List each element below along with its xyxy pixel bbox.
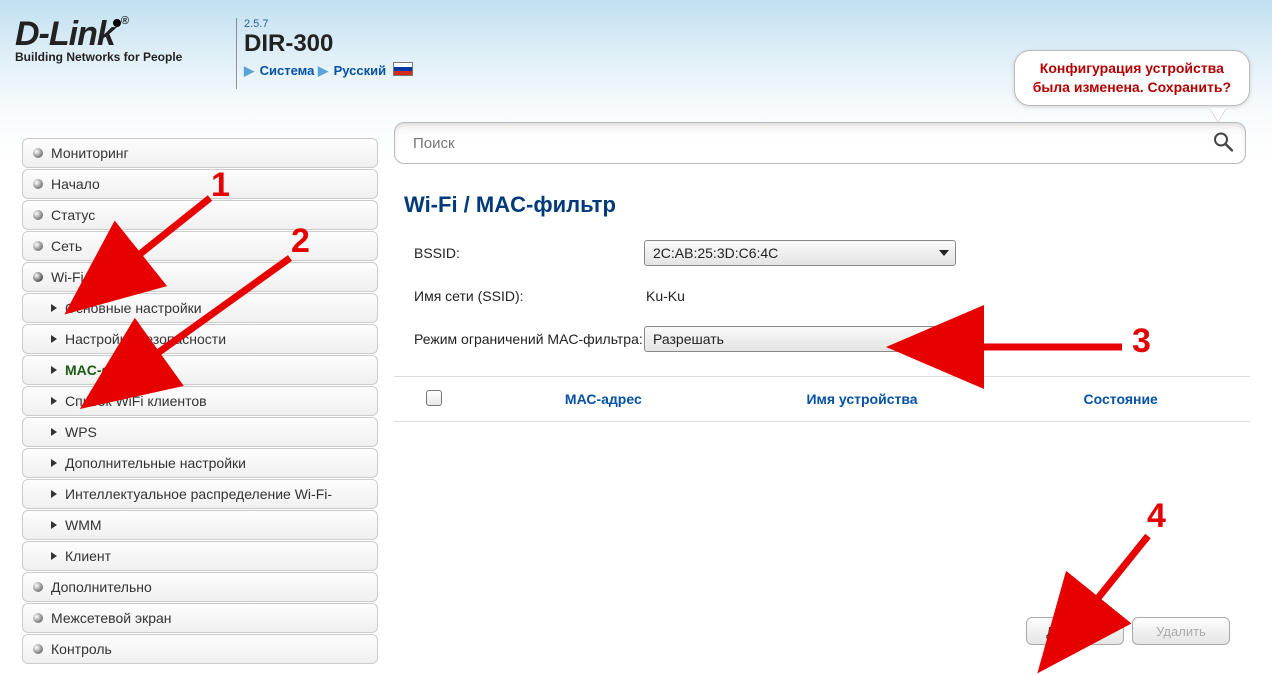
- main-content: Wi-Fi / MAC-фильтр BSSID: 2C:AB:25:3D:C6…: [394, 110, 1250, 665]
- bullet-icon: [33, 644, 43, 654]
- bssid-label: BSSID:: [414, 245, 644, 261]
- brand-logo: D-Link® Building Networks for People: [15, 15, 215, 64]
- sidebar-item-10[interactable]: Дополнительные настройки: [22, 448, 378, 478]
- breadcrumb-system[interactable]: Система: [260, 63, 315, 78]
- mac-mode-label: Режим ограничений MAC-фильтра:: [414, 330, 644, 348]
- column-mac[interactable]: МАС-адрес: [474, 391, 733, 407]
- chevron-right-icon: [51, 490, 57, 498]
- sidebar-item-2[interactable]: Статус: [22, 200, 378, 230]
- chevron-right-icon: [51, 397, 57, 405]
- sidebar-item-5[interactable]: Основные настройки: [22, 293, 378, 323]
- bullet-icon: [33, 613, 43, 623]
- add-button[interactable]: Добавить: [1026, 617, 1124, 645]
- sidebar-item-label: MAC-фильтр: [65, 362, 154, 378]
- chevron-right-icon: [51, 335, 57, 343]
- sidebar-item-1[interactable]: Начало: [22, 169, 378, 199]
- sidebar-item-16[interactable]: Контроль: [22, 634, 378, 664]
- sidebar-item-0[interactable]: Мониторинг: [22, 138, 378, 168]
- chevron-right-icon: [51, 366, 57, 374]
- bullet-icon: [33, 272, 43, 282]
- column-device[interactable]: Имя устройства: [733, 391, 992, 407]
- sidebar-item-label: Начало: [51, 176, 100, 192]
- sidebar-item-4[interactable]: Wi-Fi: [22, 262, 378, 292]
- sidebar-item-7[interactable]: MAC-фильтр: [22, 355, 378, 385]
- chevron-down-icon: [939, 336, 949, 342]
- ssid-value: Ku-Ku: [644, 288, 685, 304]
- sidebar-item-12[interactable]: WMM: [22, 510, 378, 540]
- page-title: Wi-Fi / MAC-фильтр: [404, 192, 1250, 218]
- sidebar: Мониторинг Начало Статус Сеть Wi-Fi Основные …: [22, 110, 378, 665]
- chevron-right-icon: [51, 304, 57, 312]
- sidebar-item-label: Межсетевой экран: [51, 610, 172, 626]
- flag-ru-icon: [393, 62, 413, 76]
- chevron-right-icon: ▶: [318, 63, 328, 78]
- bullet-icon: [33, 148, 43, 158]
- sidebar-item-9[interactable]: WPS: [22, 417, 378, 447]
- column-state[interactable]: Состояние: [991, 391, 1250, 407]
- bullet-icon: [33, 210, 43, 220]
- sidebar-item-6[interactable]: Настройки безопасности: [22, 324, 378, 354]
- bullet-icon: [33, 241, 43, 251]
- sidebar-item-3[interactable]: Сеть: [22, 231, 378, 261]
- device-model: DIR-300: [244, 30, 413, 58]
- bullet-icon: [33, 582, 43, 592]
- select-all-checkbox[interactable]: [426, 390, 442, 406]
- chevron-down-icon: [939, 250, 949, 256]
- sidebar-item-label: WPS: [65, 424, 97, 440]
- mac-mode-select[interactable]: Разрешать: [644, 326, 956, 352]
- sidebar-item-label: Дополнительные настройки: [65, 455, 246, 471]
- bssid-select[interactable]: 2C:AB:25:3D:C6:4C: [644, 240, 956, 266]
- sidebar-item-label: Настройки безопасности: [65, 331, 226, 347]
- sidebar-item-15[interactable]: Межсетевой экран: [22, 603, 378, 633]
- sidebar-item-13[interactable]: Клиент: [22, 541, 378, 571]
- sidebar-item-label: Клиент: [65, 548, 111, 564]
- sidebar-item-label: Список WiFi клиентов: [65, 393, 207, 409]
- search-icon[interactable]: [1213, 132, 1233, 155]
- firmware-version: 2.5.7: [244, 18, 413, 30]
- sidebar-item-label: Основные настройки: [65, 300, 202, 316]
- search-bar[interactable]: [394, 122, 1246, 164]
- sidebar-item-label: Статус: [51, 207, 95, 223]
- sidebar-item-label: WMM: [65, 517, 102, 533]
- sidebar-item-label: Интеллектуальное распределение Wi-Fi-: [65, 486, 332, 502]
- sidebar-item-label: Дополнительно: [51, 579, 152, 595]
- chevron-right-icon: [51, 521, 57, 529]
- sidebar-item-label: Мониторинг: [51, 145, 129, 161]
- sidebar-item-label: Контроль: [51, 641, 112, 657]
- ssid-label: Имя сети (SSID):: [414, 288, 644, 304]
- sidebar-item-label: Wi-Fi: [51, 269, 84, 285]
- chevron-right-icon: ▶: [244, 63, 254, 78]
- sidebar-item-11[interactable]: Интеллектуальное распределение Wi-Fi-: [22, 479, 378, 509]
- sidebar-item-label: Сеть: [51, 238, 82, 254]
- chevron-right-icon: [51, 428, 57, 436]
- chevron-right-icon: [51, 552, 57, 560]
- logo-dot-icon: [113, 19, 121, 27]
- sidebar-item-14[interactable]: Дополнительно: [22, 572, 378, 602]
- bullet-icon: [33, 179, 43, 189]
- search-input[interactable]: [411, 134, 1201, 153]
- mac-table-header: МАС-адрес Имя устройства Состояние: [394, 376, 1250, 422]
- chevron-right-icon: [51, 459, 57, 467]
- sidebar-item-8[interactable]: Список WiFi клиентов: [22, 386, 378, 416]
- save-config-notification[interactable]: Конфигурация устройства была изменена. С…: [1014, 50, 1250, 106]
- model-info: 2.5.7 DIR-300 ▶ Система ▶ Русский: [236, 18, 413, 79]
- delete-button: Удалить: [1132, 617, 1230, 645]
- breadcrumb-language[interactable]: Русский: [334, 63, 387, 78]
- brand-tagline: Building Networks for People: [15, 50, 215, 64]
